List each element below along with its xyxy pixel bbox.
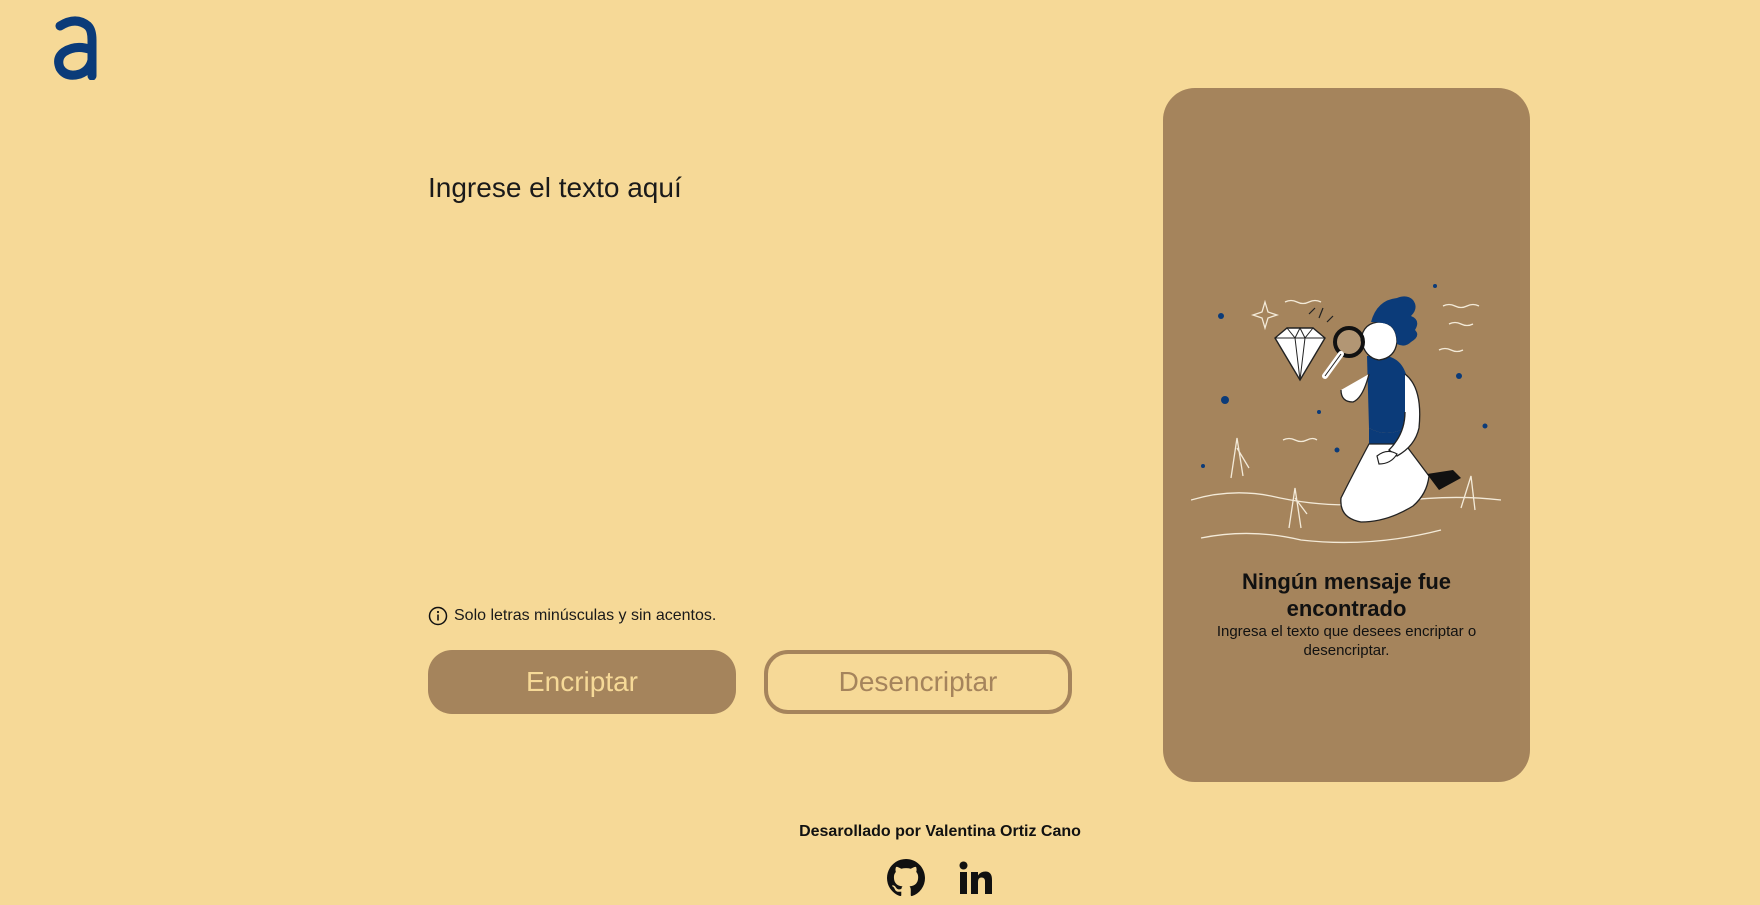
empty-state-title: Ningún mensaje fue encontrado <box>1241 569 1452 621</box>
decrypt-button[interactable]: Desencriptar <box>764 650 1072 714</box>
github-link[interactable] <box>886 858 926 898</box>
text-input[interactable] <box>428 172 1068 592</box>
logo[interactable] <box>52 14 100 81</box>
output-panel: Ningún mensaje fue encontrado Ingresa el… <box>1163 88 1530 782</box>
linkedin-icon <box>959 861 992 894</box>
logo-a-icon <box>54 16 97 81</box>
page: Solo letras minúsculas y sin acentos. En… <box>0 0 1760 905</box>
linkedin-link[interactable] <box>956 858 996 898</box>
info-icon <box>428 606 448 626</box>
footer-credit: Desarollado por Valentina Ortiz Cano <box>799 823 1081 840</box>
encrypt-button[interactable]: Encriptar <box>428 650 736 714</box>
person-with-magnifying-glass-illustration <box>1191 284 1501 544</box>
input-hint: Solo letras minúsculas y sin acentos. <box>428 606 716 626</box>
github-icon <box>887 859 925 897</box>
empty-state-text: Ingresa el texto que desees encriptar o … <box>1216 623 1477 659</box>
hint-text: Solo letras minúsculas y sin acentos. <box>454 607 717 624</box>
